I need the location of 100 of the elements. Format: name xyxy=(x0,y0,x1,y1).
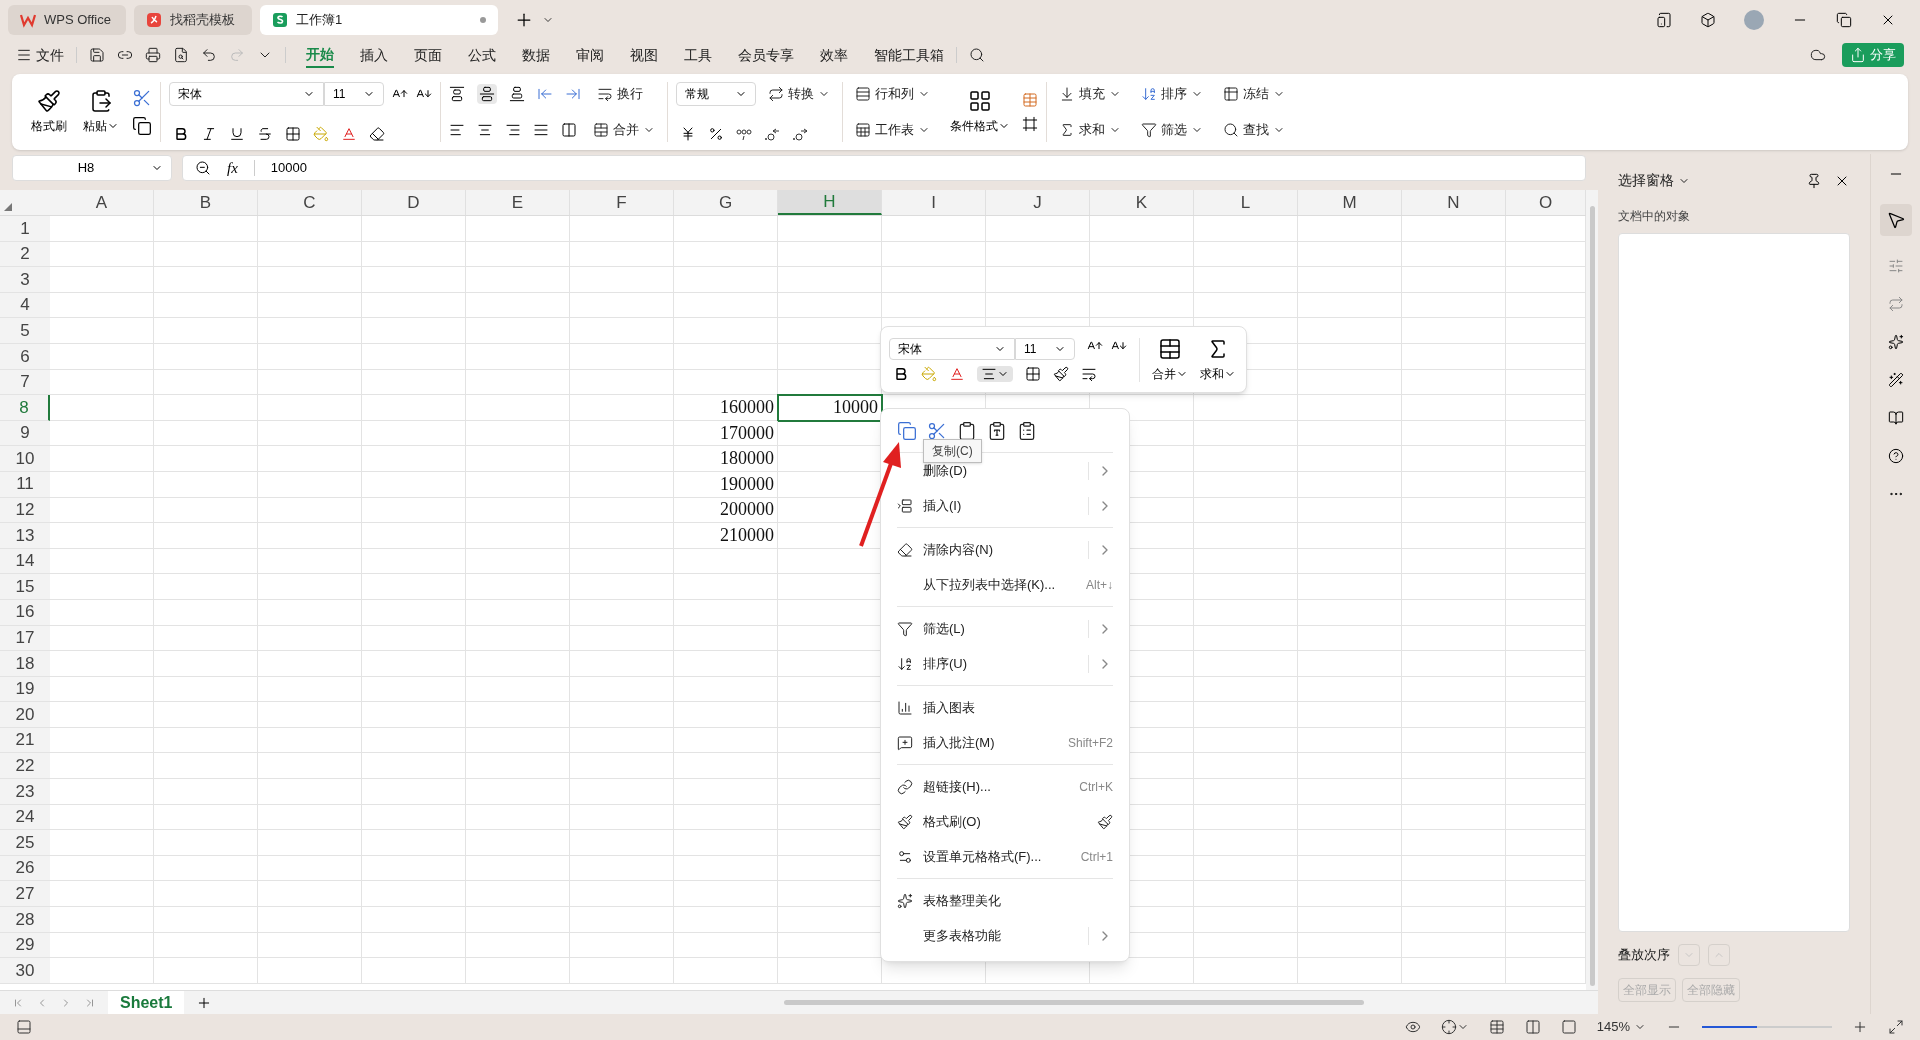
table-cell[interactable] xyxy=(50,779,154,805)
menu-item[interactable]: 插入批注(M) Shift+F2 xyxy=(897,725,1113,760)
font-color-icon[interactable] xyxy=(949,365,965,382)
table-cell[interactable] xyxy=(362,523,466,549)
table-cell[interactable] xyxy=(50,881,154,908)
table-cell[interactable] xyxy=(258,574,362,600)
table-cell[interactable] xyxy=(466,292,570,319)
table-cell[interactable] xyxy=(466,471,570,498)
print-icon[interactable] xyxy=(145,47,161,63)
table-cell[interactable] xyxy=(674,676,778,703)
border-icon[interactable] xyxy=(1025,365,1041,382)
table-cell[interactable] xyxy=(258,318,362,344)
row-header[interactable]: 24 xyxy=(0,804,50,831)
table-cell[interactable] xyxy=(882,216,986,242)
name-box[interactable]: H8 xyxy=(12,155,172,181)
table-cell[interactable] xyxy=(986,241,1090,268)
table-cell[interactable] xyxy=(778,267,882,293)
wand-icon[interactable] xyxy=(1887,372,1904,388)
sparkle-icon[interactable] xyxy=(1887,334,1904,350)
table-cell[interactable] xyxy=(362,471,466,498)
table-cell[interactable] xyxy=(362,267,466,293)
table-cell[interactable] xyxy=(50,369,154,396)
table-cell[interactable] xyxy=(674,574,778,600)
table-cell[interactable] xyxy=(570,420,674,447)
menu-item[interactable]: 表格整理美化 xyxy=(897,883,1113,918)
table-cell[interactable] xyxy=(1402,497,1506,524)
row-header[interactable]: 15 xyxy=(0,574,50,600)
table-cell[interactable] xyxy=(362,676,466,703)
table-cell[interactable] xyxy=(1194,216,1298,242)
table-cell[interactable] xyxy=(986,267,1090,293)
table-cell[interactable] xyxy=(466,318,570,344)
table-cell[interactable] xyxy=(570,932,674,959)
sum-button[interactable]: 求和 xyxy=(1200,336,1236,383)
table-cell[interactable] xyxy=(362,932,466,959)
ribbon-tab[interactable]: 视图 xyxy=(630,42,658,68)
bold-icon[interactable] xyxy=(173,126,189,142)
table-cell[interactable] xyxy=(570,855,674,882)
table-cell[interactable] xyxy=(154,779,258,805)
table-cell[interactable] xyxy=(466,932,570,959)
row-header[interactable]: 19 xyxy=(0,676,50,703)
status-icon[interactable] xyxy=(16,1019,32,1035)
table-cell[interactable] xyxy=(50,523,154,549)
cell-style-icon[interactable] xyxy=(1022,116,1038,132)
row-header[interactable]: 8 xyxy=(0,395,50,421)
table-cell[interactable] xyxy=(674,318,778,344)
row-header[interactable]: 4 xyxy=(0,292,50,319)
table-cell[interactable] xyxy=(1298,727,1402,754)
table-cell[interactable] xyxy=(1090,292,1194,319)
format-painter-icon[interactable] xyxy=(1097,813,1113,830)
row-header[interactable]: 13 xyxy=(0,523,50,549)
table-cell[interactable] xyxy=(570,651,674,677)
column-header[interactable]: M xyxy=(1298,190,1402,215)
table-cell[interactable] xyxy=(1298,676,1402,703)
table-cell[interactable] xyxy=(154,267,258,293)
table-cell[interactable] xyxy=(570,497,674,524)
search-icon[interactable] xyxy=(969,47,985,63)
table-cell[interactable] xyxy=(466,804,570,831)
table-cell[interactable] xyxy=(1402,241,1506,268)
table-cell[interactable] xyxy=(258,446,362,472)
row-header[interactable]: 26 xyxy=(0,855,50,882)
table-cell[interactable] xyxy=(1194,932,1298,959)
number-format-select[interactable]: 常规 xyxy=(676,82,756,106)
sliders-icon[interactable] xyxy=(1887,258,1904,274)
table-cell[interactable] xyxy=(1194,855,1298,882)
table-cell[interactable] xyxy=(882,241,986,268)
row-header[interactable]: 20 xyxy=(0,702,50,728)
table-cell[interactable] xyxy=(258,241,362,268)
table-cell[interactable] xyxy=(466,599,570,626)
table-cell[interactable] xyxy=(154,523,258,549)
table-cell[interactable] xyxy=(570,471,674,498)
table-cell[interactable] xyxy=(466,446,570,472)
font-color-icon[interactable] xyxy=(341,126,357,142)
table-cell[interactable] xyxy=(1402,548,1506,575)
first-sheet-icon[interactable] xyxy=(12,996,24,1009)
table-cell[interactable] xyxy=(154,369,258,396)
redo-icon[interactable] xyxy=(229,47,245,63)
table-cell[interactable] xyxy=(674,599,778,626)
clear-format-icon[interactable] xyxy=(369,126,385,142)
table-cell[interactable] xyxy=(570,318,674,344)
table-cell[interactable] xyxy=(362,804,466,831)
table-cell[interactable] xyxy=(1402,267,1506,293)
table-cell[interactable] xyxy=(674,369,778,396)
menu-item[interactable]: 从下拉列表中选择(K)... Alt+↓ xyxy=(897,567,1113,602)
row-header[interactable]: 1 xyxy=(0,216,50,242)
table-cell[interactable] xyxy=(466,395,570,421)
row-header[interactable]: 22 xyxy=(0,753,50,780)
table-cell[interactable] xyxy=(570,292,674,319)
table-cell[interactable] xyxy=(466,343,570,370)
table-cell[interactable] xyxy=(1402,753,1506,780)
table-cell[interactable] xyxy=(362,574,466,600)
table-cell[interactable] xyxy=(1194,779,1298,805)
cube-icon[interactable] xyxy=(1700,12,1716,28)
row-header[interactable]: 14 xyxy=(0,548,50,575)
table-cell[interactable] xyxy=(362,702,466,728)
table-cell[interactable] xyxy=(154,830,258,856)
table-cell[interactable] xyxy=(674,855,778,882)
table-cell[interactable] xyxy=(50,395,154,421)
table-cell[interactable] xyxy=(674,881,778,908)
document-tab[interactable]: 工作簿1 xyxy=(260,5,498,35)
table-cell[interactable] xyxy=(258,881,362,908)
